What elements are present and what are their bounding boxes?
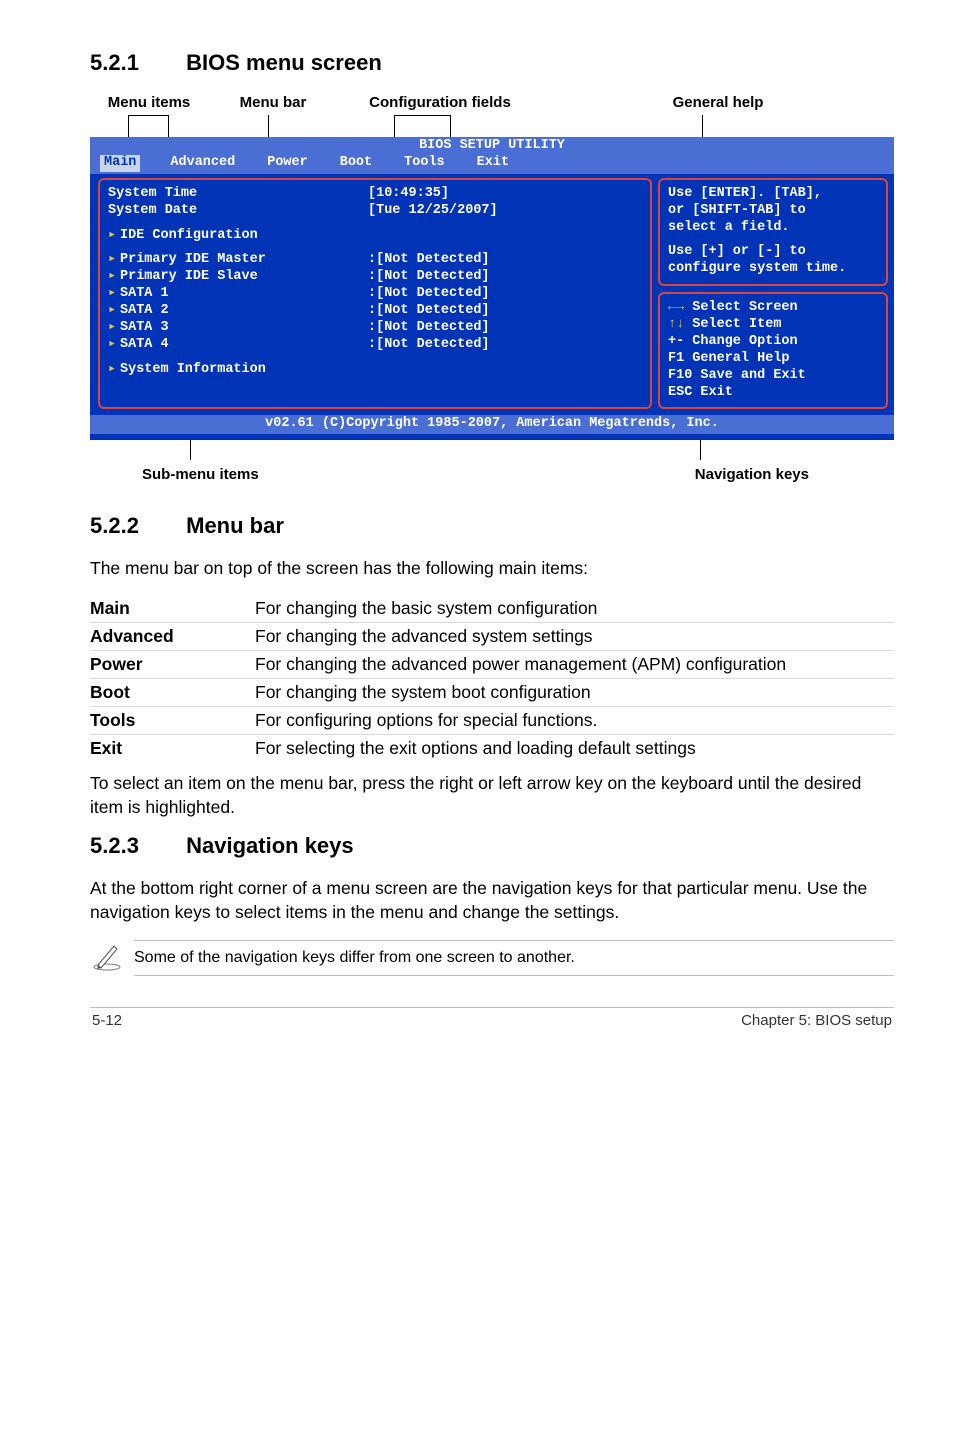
s522-outro: To select an item on the menu bar, press… xyxy=(90,772,894,819)
bios-title: BIOS SETUP UTILITY xyxy=(90,137,894,155)
heading-num: 5.2.3 xyxy=(90,833,180,859)
heading-text: Navigation keys xyxy=(186,833,354,858)
help-box-top: Use [ENTER]. [TAB], or [SHIFT-TAB] to se… xyxy=(658,178,888,286)
sata4-label[interactable]: SATA 4 xyxy=(120,337,298,354)
label-submenu: Sub-menu items xyxy=(142,466,259,483)
def-exit-v: For selecting the exit options and loadi… xyxy=(255,734,894,762)
label-config-fields: Configuration fields xyxy=(369,94,511,111)
nav-esc: ESC Exit xyxy=(668,385,878,402)
menu-boot[interactable]: Boot xyxy=(328,155,392,172)
def-exit-k: Exit xyxy=(90,734,255,762)
nav-selitem: Select Item xyxy=(684,317,781,332)
table-row: PowerFor changing the advanced power man… xyxy=(90,650,894,678)
bios-diagram: Menu items Menu bar Configuration fields… xyxy=(90,94,894,483)
heading-text: Menu bar xyxy=(186,513,284,538)
def-adv-v: For changing the advanced system setting… xyxy=(255,622,894,650)
arrows-lr-icon: ←→ xyxy=(668,300,684,315)
sata3-label[interactable]: SATA 3 xyxy=(120,320,298,337)
table-row: ToolsFor configuring options for special… xyxy=(90,706,894,734)
sata1-label[interactable]: SATA 1 xyxy=(120,286,298,303)
def-boot-v: For changing the system boot configurati… xyxy=(255,678,894,706)
def-boot-k: Boot xyxy=(90,678,255,706)
def-pwr-v: For changing the advanced power manageme… xyxy=(255,650,894,678)
nav-selscreen: Select Screen xyxy=(684,300,797,315)
triangle-icon: ▸ xyxy=(108,228,120,245)
footer-divider xyxy=(90,1007,894,1008)
systime-label: System Time xyxy=(108,186,298,203)
heading-523: 5.2.3 Navigation keys xyxy=(90,833,894,859)
ide-config[interactable]: IDE Configuration xyxy=(120,228,258,243)
bios-footer: v02.61 (C)Copyright 1985-2007, American … xyxy=(90,415,894,434)
triangle-icon: ▸ xyxy=(108,286,120,303)
triangle-icon: ▸ xyxy=(108,362,120,379)
pencil-icon xyxy=(90,938,134,977)
label-menu-items: Menu items xyxy=(108,94,191,111)
menu-advanced[interactable]: Advanced xyxy=(158,155,255,172)
footer-right: Chapter 5: BIOS setup xyxy=(741,1012,892,1029)
systime-value[interactable]: [10:49:35] xyxy=(298,186,449,203)
pis-label[interactable]: Primary IDE Slave xyxy=(120,269,298,286)
heading-num: 5.2.1 xyxy=(90,50,180,76)
triangle-icon: ▸ xyxy=(108,303,120,320)
table-row: BootFor changing the system boot configu… xyxy=(90,678,894,706)
label-menu-bar: Menu bar xyxy=(240,94,307,111)
help-l4: Use [+] or [-] to xyxy=(668,244,878,261)
heading-521: 5.2.1 BIOS menu screen xyxy=(90,50,894,76)
menu-exit[interactable]: Exit xyxy=(465,155,529,172)
definitions-table: MainFor changing the basic system config… xyxy=(90,595,894,762)
def-tools-v: For configuring options for special func… xyxy=(255,706,894,734)
def-pwr-k: Power xyxy=(90,650,255,678)
help-l1: Use [ENTER]. [TAB], xyxy=(668,186,878,203)
sysdate-label: System Date xyxy=(108,203,298,220)
label-navkeys: Navigation keys xyxy=(695,466,809,483)
heading-522: 5.2.2 Menu bar xyxy=(90,513,894,539)
def-main-k: Main xyxy=(90,595,255,623)
footer-left: 5-12 xyxy=(92,1012,122,1029)
note-text: Some of the navigation keys differ from … xyxy=(134,940,894,976)
sysinfo[interactable]: System Information xyxy=(120,362,266,377)
sata1-value: :[Not Detected] xyxy=(298,286,490,303)
heading-text: BIOS menu screen xyxy=(186,50,382,75)
menu-power[interactable]: Power xyxy=(255,155,328,172)
table-row: ExitFor selecting the exit options and l… xyxy=(90,734,894,762)
pim-value: :[Not Detected] xyxy=(298,252,490,269)
triangle-icon: ▸ xyxy=(108,269,120,286)
table-row: MainFor changing the basic system config… xyxy=(90,595,894,623)
bios-window: BIOS SETUP UTILITY Main Advanced Power B… xyxy=(90,137,894,440)
page-footer: 5-12 Chapter 5: BIOS setup xyxy=(90,1012,894,1029)
s523-body: At the bottom right corner of a menu scr… xyxy=(90,877,894,924)
nav-change: +- Change Option xyxy=(668,334,878,351)
s522-intro: The menu bar on top of the screen has th… xyxy=(90,557,894,581)
navkeys-box: ←→ Select Screen ↑↓ Select Item +- Chang… xyxy=(658,292,888,409)
def-tools-k: Tools xyxy=(90,706,255,734)
note-callout: Some of the navigation keys differ from … xyxy=(90,938,894,977)
pis-value: :[Not Detected] xyxy=(298,269,490,286)
def-adv-k: Advanced xyxy=(90,622,255,650)
bios-menubar: Main Advanced Power Boot Tools Exit xyxy=(90,155,894,174)
triangle-icon: ▸ xyxy=(108,320,120,337)
nav-save: F10 Save and Exit xyxy=(668,368,878,385)
help-l3: select a field. xyxy=(668,220,878,237)
triangle-icon: ▸ xyxy=(108,337,120,354)
sata2-label[interactable]: SATA 2 xyxy=(120,303,298,320)
sata2-value: :[Not Detected] xyxy=(298,303,490,320)
pim-label[interactable]: Primary IDE Master xyxy=(120,252,298,269)
table-row: AdvancedFor changing the advanced system… xyxy=(90,622,894,650)
help-l2: or [SHIFT-TAB] to xyxy=(668,203,878,220)
help-l5: configure system time. xyxy=(668,261,878,278)
sata4-value: :[Not Detected] xyxy=(298,337,490,354)
heading-num: 5.2.2 xyxy=(90,513,180,539)
sysdate-value[interactable]: [Tue 12/25/2007] xyxy=(298,203,498,220)
triangle-icon: ▸ xyxy=(108,252,120,269)
nav-help: F1 General Help xyxy=(668,351,878,368)
label-general-help: General help xyxy=(673,94,764,111)
menu-tools[interactable]: Tools xyxy=(392,155,465,172)
arrows-ud-icon: ↑↓ xyxy=(668,317,684,332)
def-main-v: For changing the basic system configurat… xyxy=(255,595,894,623)
sata3-value: :[Not Detected] xyxy=(298,320,490,337)
menu-main[interactable]: Main xyxy=(100,155,140,172)
bios-left-panel: System Time[10:49:35] System Date[Tue 12… xyxy=(98,178,652,410)
